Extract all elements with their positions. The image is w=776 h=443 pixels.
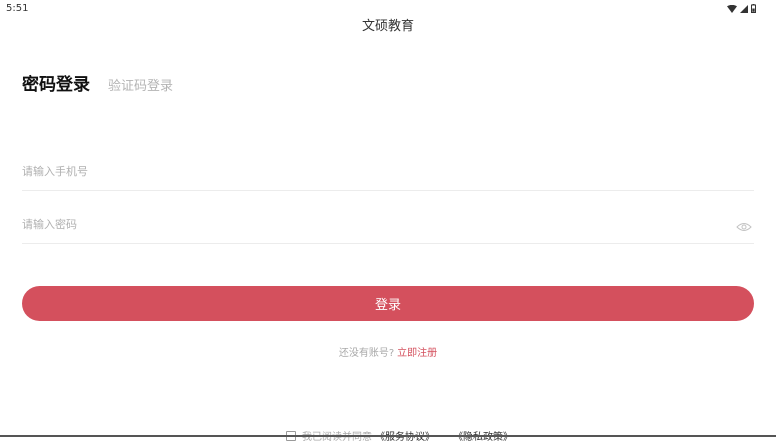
register-prompt: 还没有账号? [338, 348, 395, 359]
tab-password-login[interactable]: 密码登录 [22, 70, 90, 95]
register-link[interactable]: 立即注册 [397, 348, 437, 359]
password-field [22, 207, 754, 244]
login-button[interactable]: 登录 [22, 286, 754, 321]
app-title: 文硕教育 [361, 19, 414, 34]
phone-field [22, 154, 754, 191]
register-row: 还没有账号? 立即注册 [0, 344, 776, 359]
eye-icon[interactable] [736, 217, 752, 236]
password-input[interactable] [22, 207, 722, 241]
status-icons [727, 4, 756, 13]
status-time: 5:51 [6, 3, 29, 14]
login-tabs: 密码登录 验证码登录 [22, 70, 173, 95]
tab-code-login[interactable]: 验证码登录 [108, 75, 173, 94]
cell-signal-icon [740, 4, 748, 13]
battery-icon [751, 4, 756, 13]
wifi-icon [727, 4, 737, 13]
phone-input[interactable] [22, 154, 722, 188]
